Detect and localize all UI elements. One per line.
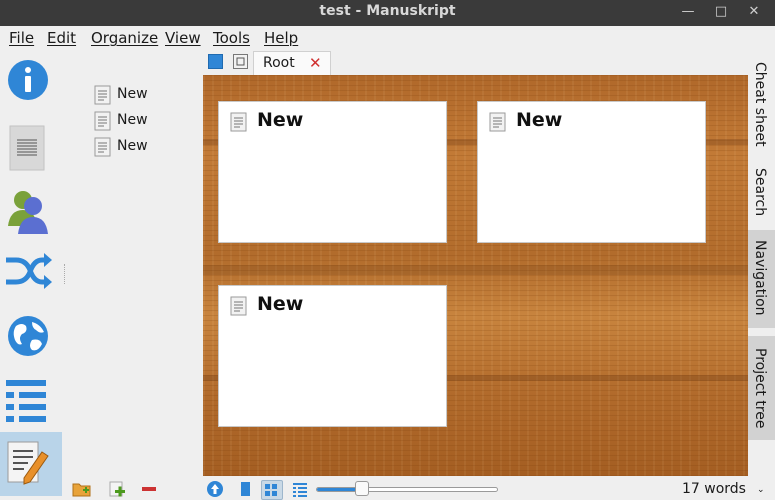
text-document-icon [489,112,506,132]
text-document-icon [94,137,111,157]
tab-label: Navigation [752,240,768,316]
right-dock-tabs: Cheat sheet Search Navigation Project tr… [748,50,775,476]
card-title: New [257,109,304,131]
tree-item[interactable]: New [92,82,202,106]
sidebar-item-outline[interactable] [0,372,62,436]
card-title: New [257,293,304,315]
outline-icon [6,380,46,422]
menu-organize[interactable]: Organize [91,29,158,47]
document-view-icon [241,482,250,496]
summary-icon [9,125,45,171]
chevron-down-icon[interactable]: ⌄ [757,485,765,495]
add-text-button[interactable] [108,480,128,498]
tree-item[interactable]: New [92,108,202,132]
title-bar: test - Manuskript — □ ✕ [0,0,775,26]
status-bar: 17 words ⌄ [203,477,775,500]
add-text-icon [109,481,125,497]
minus-icon [142,487,156,491]
cork-grain [203,265,748,275]
tab-label: Project tree [752,348,768,429]
sidebar-item-world[interactable] [0,308,62,372]
corkboard-view-button[interactable] [261,480,283,500]
split-view-icon[interactable] [208,54,223,69]
text-document-icon [94,85,111,105]
corkboard: New New New [203,75,748,476]
text-document-icon [94,111,111,131]
remove-item-button[interactable] [140,480,160,498]
menu-tools[interactable]: Tools [213,29,250,47]
add-folder-icon [72,483,91,497]
world-icon [8,316,48,356]
fullscreen-icon[interactable] [233,54,248,69]
outline-view-button[interactable] [291,480,313,500]
grid-view-icon [265,484,277,496]
arrow-up-icon [207,481,223,497]
sidebar-item-summary[interactable] [0,116,62,180]
left-sidebar [0,52,62,496]
tree-item-label: New [117,86,148,102]
text-document-icon [230,296,247,316]
minimize-icon[interactable]: — [677,2,699,24]
list-view-icon [293,483,307,497]
tree-item[interactable]: New [92,134,202,158]
menu-bar: File Edit Organize View Tools Help [0,26,775,50]
tab-label: Search [752,168,768,217]
editor-icon [7,441,49,485]
tree-item-label: New [117,138,148,154]
tab-label: Cheat sheet [752,62,768,147]
tab-cheat-sheet[interactable]: Cheat sheet [748,58,775,158]
menu-file[interactable]: File [9,29,34,47]
tab-bar: Root ✕ [203,50,748,75]
sidebar-item-info[interactable] [0,52,62,116]
menu-edit[interactable]: Edit [47,29,76,47]
close-window-icon[interactable]: ✕ [743,2,765,24]
menu-help[interactable]: Help [264,29,298,47]
splitter-handle[interactable] [64,264,67,284]
tab-label: Root [263,55,295,71]
maximize-icon[interactable]: □ [710,2,732,24]
text-view-button[interactable] [236,480,258,500]
index-card[interactable]: New [218,101,447,243]
tab-search[interactable]: Search [748,164,775,224]
zoom-slider-handle[interactable] [355,481,369,496]
tab-navigation[interactable]: Navigation [748,230,775,328]
sidebar-item-editor[interactable] [0,432,62,496]
word-count: 17 words [682,481,746,497]
add-folder-button[interactable] [72,480,92,498]
text-document-icon [230,112,247,132]
tree-item-label: New [117,112,148,128]
plots-icon [6,253,52,289]
go-up-button[interactable] [206,480,228,500]
info-icon [8,60,48,100]
window-title: test - Manuskript [319,3,456,19]
index-card[interactable]: New [218,285,447,427]
close-tab-icon[interactable]: ✕ [309,54,322,72]
sidebar-item-plots[interactable] [0,244,62,308]
index-card[interactable]: New [477,101,706,243]
tab-project-tree[interactable]: Project tree [748,336,775,440]
menu-view[interactable]: View [165,29,201,47]
card-title: New [516,109,563,131]
sidebar-item-characters[interactable] [0,180,62,244]
zoom-slider[interactable] [316,487,498,492]
characters-icon [8,191,48,234]
tab-root[interactable]: Root ✕ [253,51,331,75]
